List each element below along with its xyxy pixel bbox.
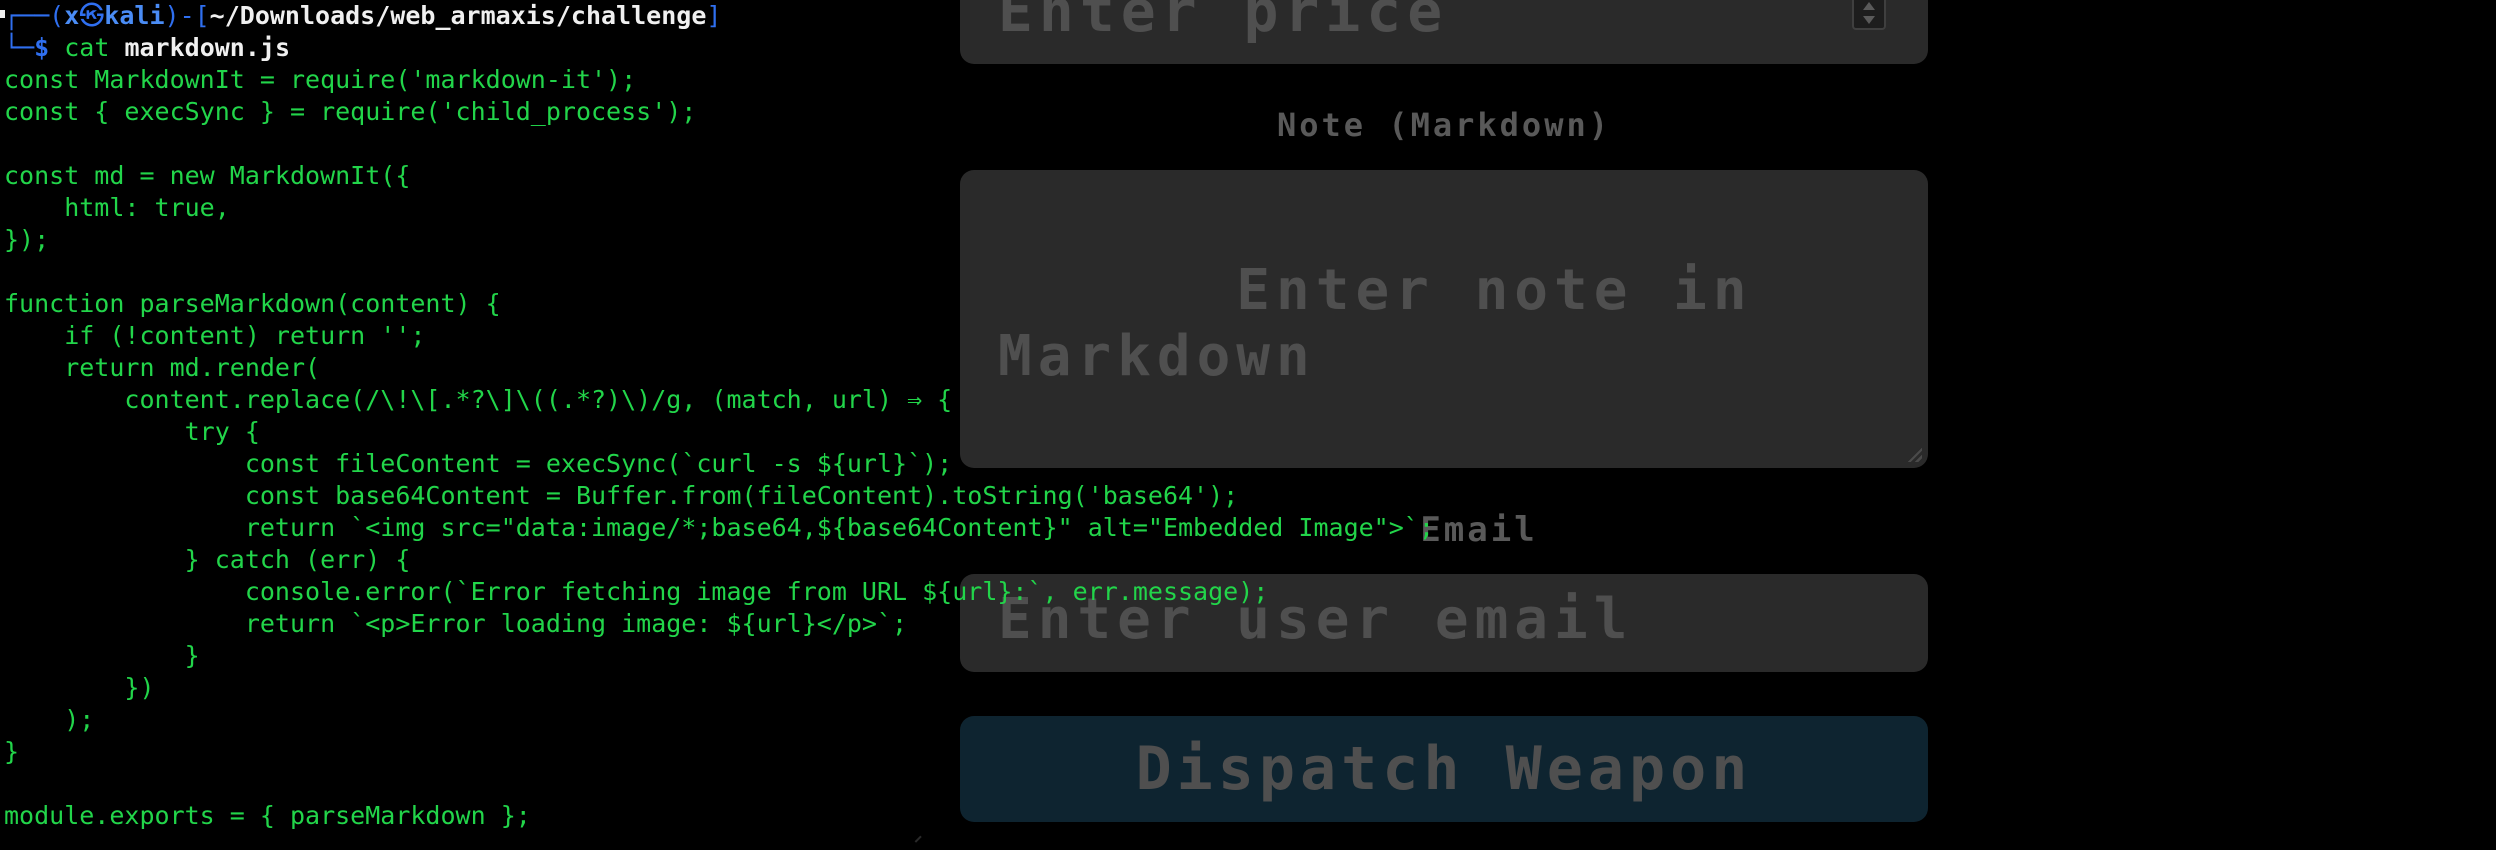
code-line: } [4, 641, 200, 670]
code-line: console.error(`Error fetching image from… [4, 577, 1269, 606]
command-line: └─$ cat markdown.js [4, 32, 290, 64]
window-corner-icon [914, 835, 928, 849]
code-line: if (!content) return ''; [4, 321, 426, 350]
code-line: }) [4, 673, 155, 702]
code-line: content.replace(/\!\[.*?\]\((.*?)\)/g, (… [4, 385, 953, 414]
code-line: const MarkdownIt = require('markdown-it'… [4, 65, 637, 94]
command-name: cat [64, 33, 110, 62]
prompt-path: ~/Downloads/web_armaxis/challenge [209, 1, 707, 30]
code-line: return `<p>Error loading image: ${url}</… [4, 609, 908, 638]
kali-skull-icon: ㉿ [79, 1, 105, 30]
code-line: const { execSync } = require('child_proc… [4, 97, 697, 126]
prompt-box-mid: )-[ [164, 1, 210, 30]
code-line: } [4, 737, 20, 766]
code-line: function parseMarkdown(content) { [4, 289, 501, 318]
code-line: const fileContent = execSync(`curl -s ${… [4, 449, 953, 478]
prompt-user: x [64, 1, 80, 30]
code-line: module.exports = { parseMarkdown }; [4, 801, 531, 830]
prompt-dollar: $ [34, 33, 50, 62]
prompt-host: kali [104, 1, 165, 30]
code-line: } catch (err) { [4, 545, 411, 574]
code-line: html: true, [4, 193, 230, 222]
code-line: return md.render( [4, 353, 321, 382]
prompt-line: ┌──(x㉿kali)-[~/Downloads/web_armaxis/cha… [4, 0, 721, 32]
code-line: const base64Content = Buffer.from(fileCo… [4, 481, 1239, 510]
terminal-output: ┌──(x㉿kali)-[~/Downloads/web_armaxis/cha… [0, 0, 2496, 850]
code-line: try { [4, 417, 260, 446]
prompt-box-bottom: └─ [4, 33, 35, 62]
code-line: ); [4, 705, 95, 734]
code-line: return `<img src="data:image/*;base64,${… [4, 513, 1434, 542]
screen: Enter price Note (Markdown) Enter note i… [0, 0, 2496, 850]
command-argument: markdown.js [124, 33, 291, 62]
prompt-box-right: ] [706, 1, 722, 30]
code-line: const md = new MarkdownIt({ [4, 161, 411, 190]
code-line: }); [4, 225, 50, 254]
prompt-box-left: ┌──( [4, 1, 65, 30]
